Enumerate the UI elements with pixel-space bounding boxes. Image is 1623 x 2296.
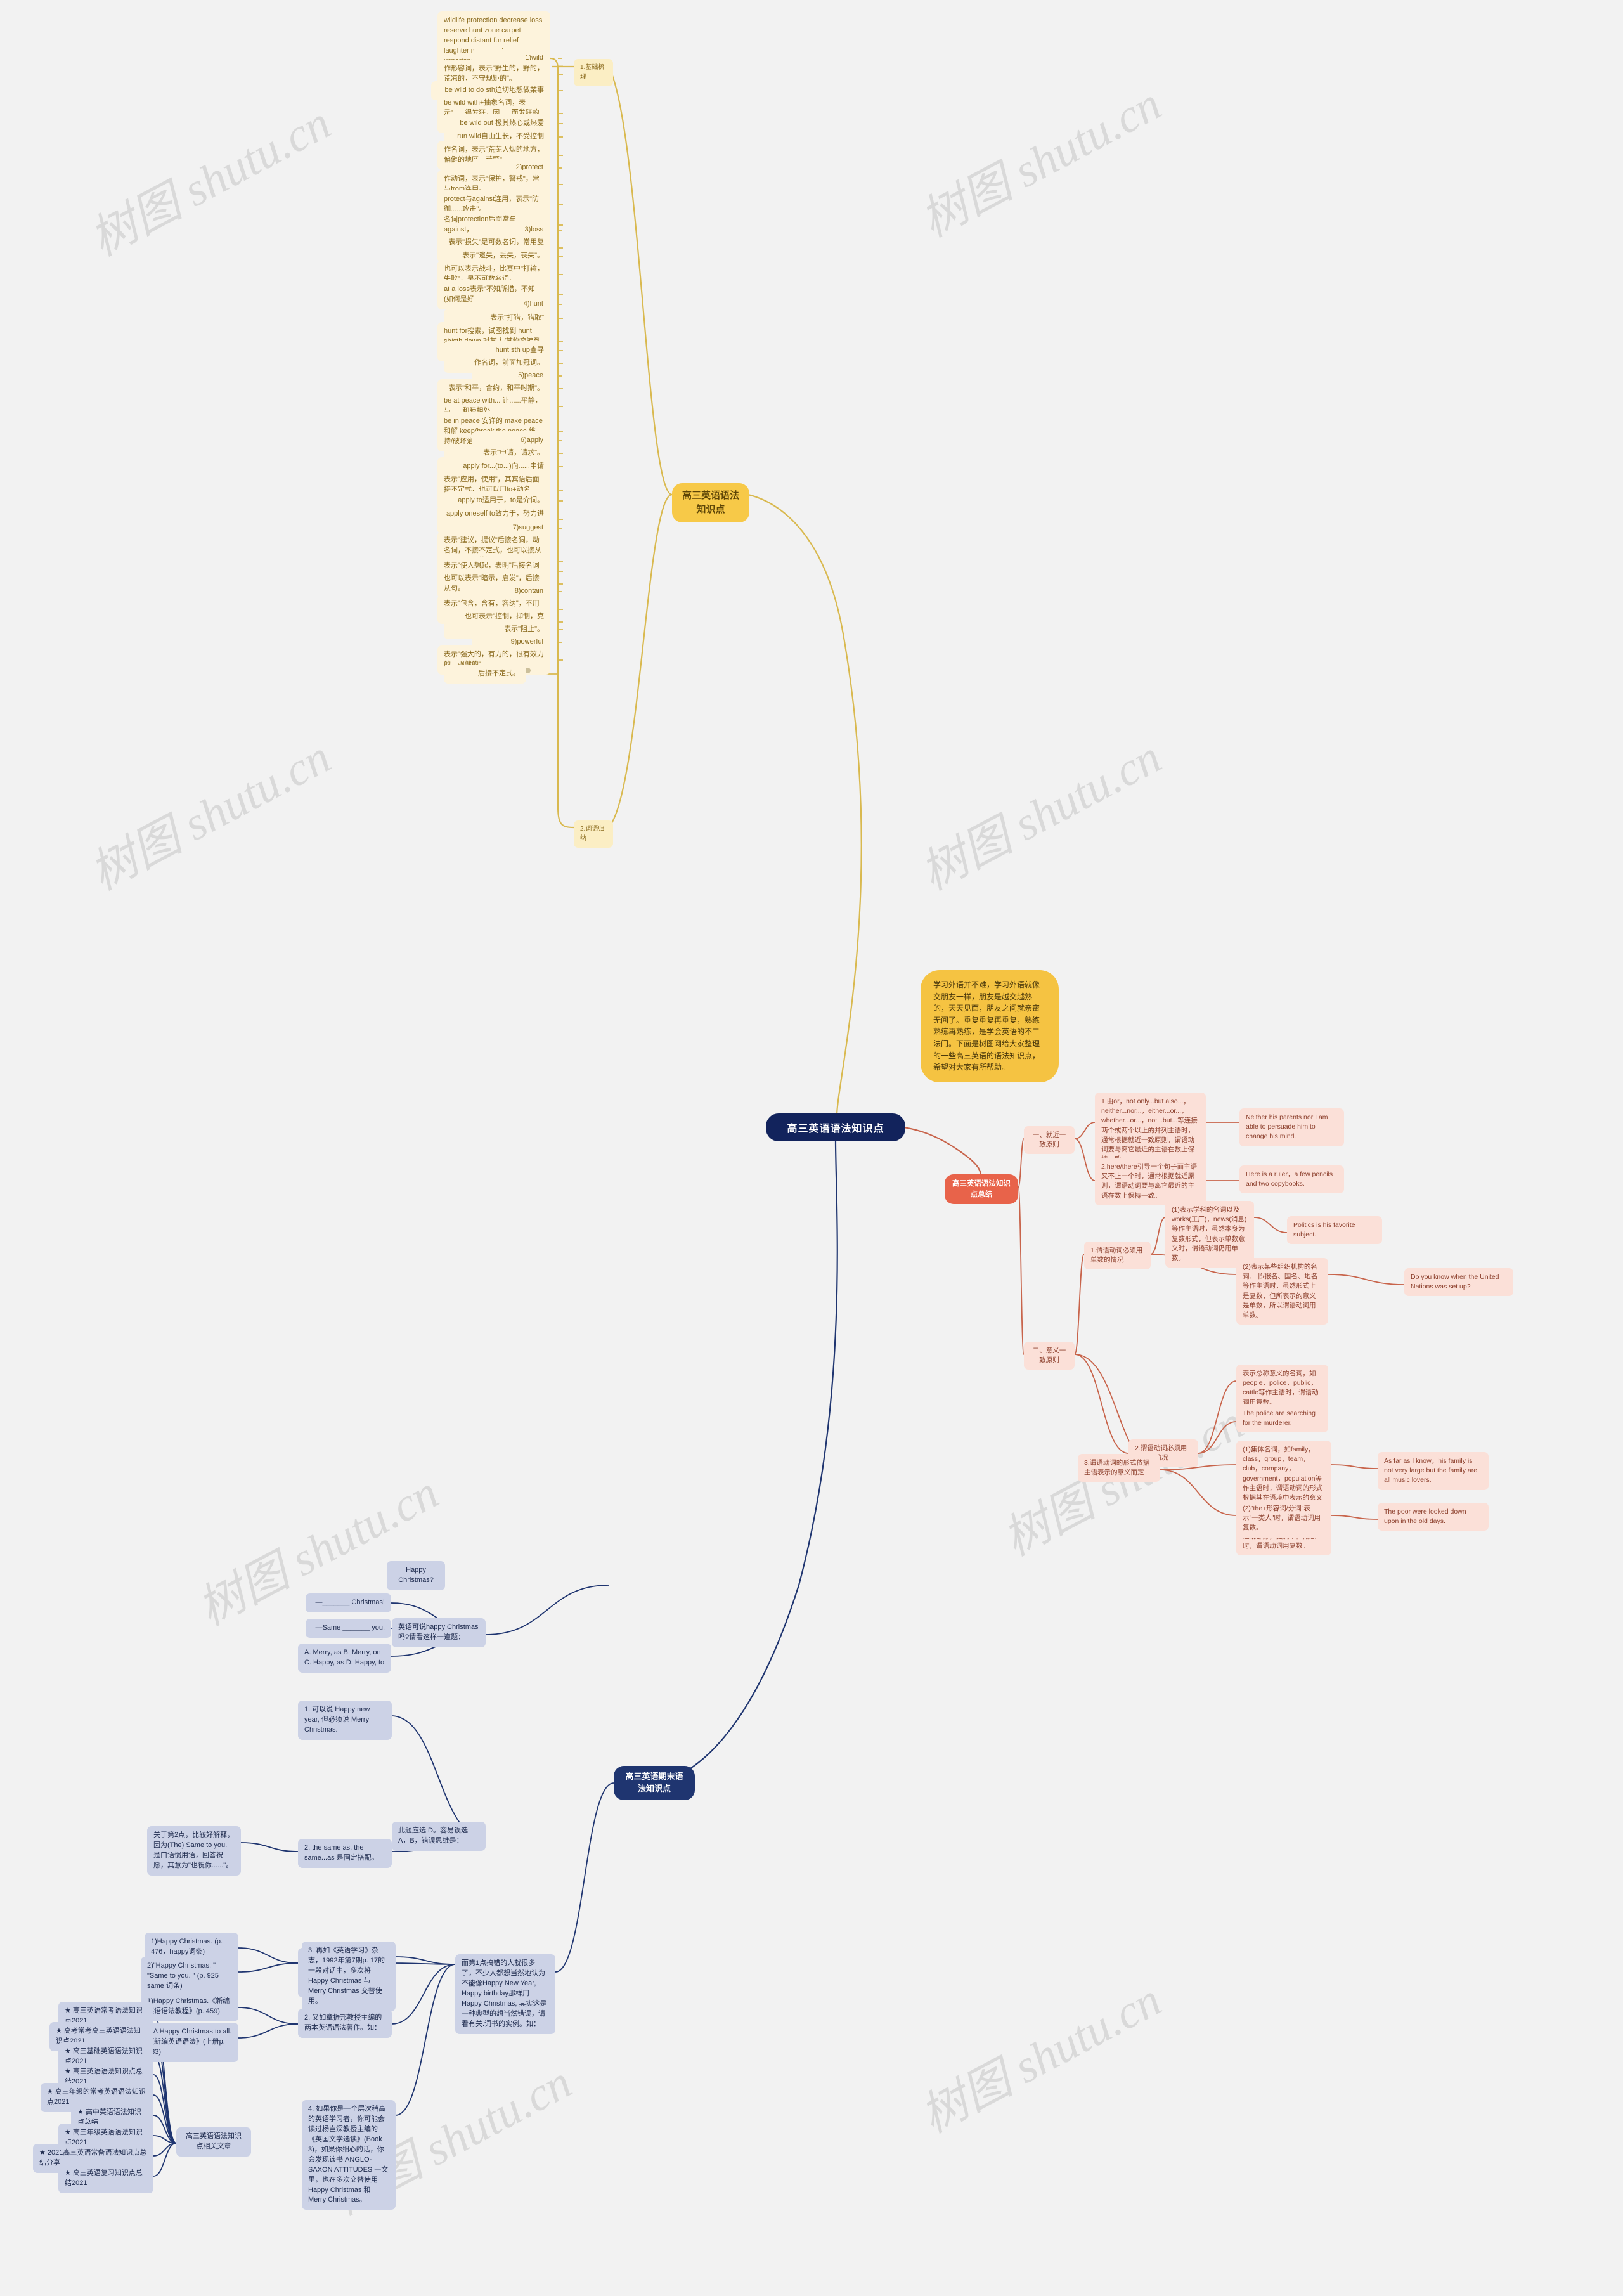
red-example: Do you know when the United Nations was … (1404, 1268, 1513, 1297)
red-rule: (2)"the+形容词/分词"表示"一类人"时，谓语动词用复数。 (1236, 1500, 1331, 1538)
blue-source-label: 2. 又如章振邦教授主编的两本英语语法著作。如： (298, 2009, 392, 2038)
watermark: 树图 shutu.cn (912, 77, 1170, 248)
watermark: 树图 shutu.cn (912, 1973, 1170, 2144)
connector-lines (153, 57, 1405, 2177)
related-article-item[interactable]: ★ 高三英语复习知识点总结2021 (58, 2164, 153, 2193)
branch-yellow-title[interactable]: 高三英语语法知识点 (672, 483, 749, 522)
yellow-word-item: 后接不定式。 (444, 665, 526, 684)
yellow-section-1[interactable]: 1.基础梳理 (574, 59, 613, 86)
blue-explain-2: 关于第2点，比较好解释，因为(The) Same to you. 是口语惯用语，… (147, 1826, 241, 1876)
red-example: Politics is his favorite subject. (1287, 1216, 1382, 1245)
blue-answer: 此题应选 D。容易误选A，B，错误思维是： (392, 1822, 486, 1851)
mindmap-canvas: 树图 shutu.cn 树图 shutu.cn 树图 shutu.cn 树图 s… (0, 0, 1623, 2296)
red-rule: 2.here/there引导一个句子而主语又不止一个时，通常根据就近原则，谓语动… (1095, 1158, 1206, 1205)
red-example: The police are searching for the murdere… (1236, 1404, 1328, 1433)
watermark: 树图 shutu.cn (912, 730, 1170, 901)
blue-question-line: —Same _______ you. (306, 1619, 391, 1638)
watermark: 树图 shutu.cn (82, 96, 339, 267)
root-node[interactable]: 高三英语语法知识点 (766, 1113, 905, 1141)
branch-blue-title[interactable]: 高三英语期末语法知识点 (614, 1766, 695, 1800)
blue-answer-reason: 2. the same as, the same...as 是固定搭配。 (298, 1839, 392, 1868)
branch-red-title[interactable]: 高三英语语法知识点总结 (945, 1174, 1018, 1205)
blue-source-label: 3. 再如《英语学习》杂志，1992年第7期p. 17的一段对话中，多次将 Ha… (302, 1942, 396, 2011)
blue-source-item: 2)A Happy Christmas to all.《新编英语语法》(上册p.… (141, 2023, 238, 2062)
yellow-section-2[interactable]: 2.词语归纳 (574, 820, 613, 848)
blue-topic[interactable]: Happy Christmas? (387, 1561, 445, 1590)
red-example: Neither his parents nor I am able to per… (1239, 1108, 1344, 1146)
blue-question-line: —_______ Christmas! (306, 1593, 391, 1612)
red-group-2[interactable]: 二、意义一致原则 (1024, 1342, 1075, 1370)
blue-source-label: 4. 如果你是一个层次稍高的英语学习者，你可能会读过杨岂深教授主编的《英国文学选… (302, 2100, 396, 2210)
red-rule: (1)集体名词，如family，class，group，team，club，co… (1236, 1441, 1331, 1556)
red-example: As far as I know，his family is not very … (1378, 1452, 1489, 1490)
related-articles-title[interactable]: 高三英语语法知识点相关文章 (176, 2127, 251, 2157)
intro-note: 学习外语并不难，学习外语就像交朋友一样，朋友是越交越熟的，天天见面，朋友之间就亲… (921, 970, 1059, 1082)
blue-answer-reason: 1. 可以说 Happy new year, 但必须说 Merry Christ… (298, 1701, 392, 1740)
blue-question-options: A. Merry, as B. Merry, on C. Happy, as D… (298, 1644, 391, 1673)
red-example: Here is a ruler，a few pencils and two co… (1239, 1165, 1344, 1194)
red-subgroup[interactable]: 3.谓语动词的形式依据主语表示的意义而定 (1078, 1454, 1160, 1482)
red-rule: (2)表示某些组织机构的名词、书/报名、国名、地名等作主语时，虽然形式上是复数，… (1236, 1258, 1328, 1325)
watermark: 树图 shutu.cn (82, 730, 339, 901)
red-example: The poor were looked down upon in the ol… (1378, 1503, 1489, 1531)
blue-source-item: 1)Happy Christmas.《新编英语语法教程》(p. 459) (141, 1992, 238, 2021)
blue-question-intro: 英语可说happy Christmas 吗?请看这样一道题： (392, 1618, 486, 1647)
red-group-1[interactable]: 一、就近一致原则 (1024, 1126, 1075, 1155)
blue-source-item: 2)"Happy Christmas. " "Same to you. " (p… (141, 1957, 238, 1996)
blue-explain-1: 而第1点搞错的人就很多了，不少人都想当然地认为不能像Happy New Year… (455, 1954, 555, 2034)
red-subgroup[interactable]: 1.谓语动词必须用单数的情况 (1084, 1242, 1151, 1270)
